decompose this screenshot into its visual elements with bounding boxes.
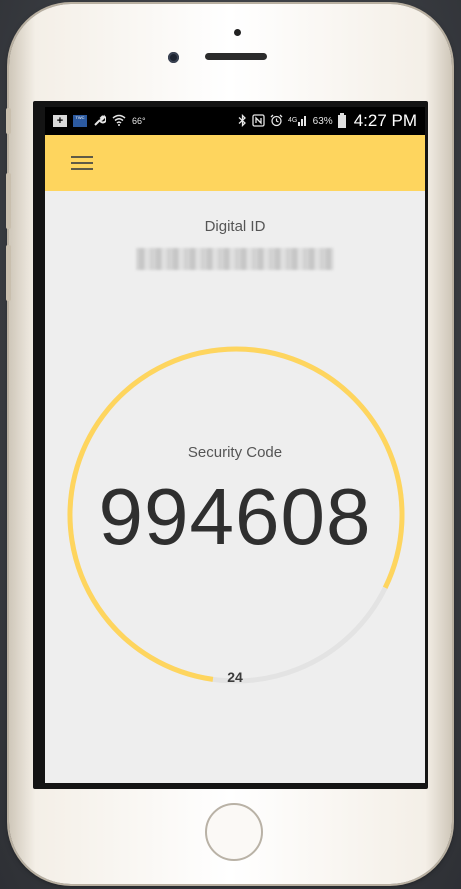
svg-text:4G: 4G (288, 117, 297, 124)
wifi-icon (112, 114, 126, 128)
battery-percent: 63% (312, 115, 333, 127)
clock-time: 4:27 PM (353, 111, 417, 130)
volume-down-button[interactable] (6, 245, 11, 301)
proximity-sensor (234, 29, 241, 36)
app-screen: + TWC 66° 4G 63% 4:27 PM Digital ID Secu… (45, 107, 425, 783)
status-bar: + TWC 66° 4G 63% 4:27 PM (45, 107, 425, 135)
digital-id-redacted-value (136, 248, 334, 270)
nfc-icon (252, 113, 265, 129)
hamburger-menu-icon[interactable] (71, 156, 93, 172)
mute-switch[interactable] (6, 108, 11, 134)
security-code-value: 994608 (98, 472, 372, 561)
front-camera-icon (168, 52, 179, 63)
stage-background: + TWC 66° 4G 63% 4:27 PM Digital ID Secu… (0, 0, 461, 889)
battery-icon (337, 112, 346, 128)
status-right-icons: 4G 63% 4:27 PM (238, 111, 425, 131)
bluetooth-icon (238, 113, 247, 129)
security-code-caption: Security Code (187, 444, 283, 461)
earpiece-speaker (205, 53, 267, 60)
home-button[interactable] (205, 803, 263, 861)
plus-box-icon: + (53, 115, 67, 127)
status-left-icons: + TWC 66° (45, 114, 146, 129)
alarm-icon (270, 114, 283, 129)
app-bar (45, 135, 425, 191)
wrench-icon (93, 114, 107, 129)
volume-up-button[interactable] (6, 173, 11, 229)
temperature-text: 66° (132, 116, 146, 126)
signal-4g-icon: 4G (288, 114, 308, 128)
countdown-seconds: 24 (227, 669, 243, 685)
digital-id-label: Digital ID (204, 218, 266, 235)
weather-channel-icon: TWC (73, 115, 87, 127)
